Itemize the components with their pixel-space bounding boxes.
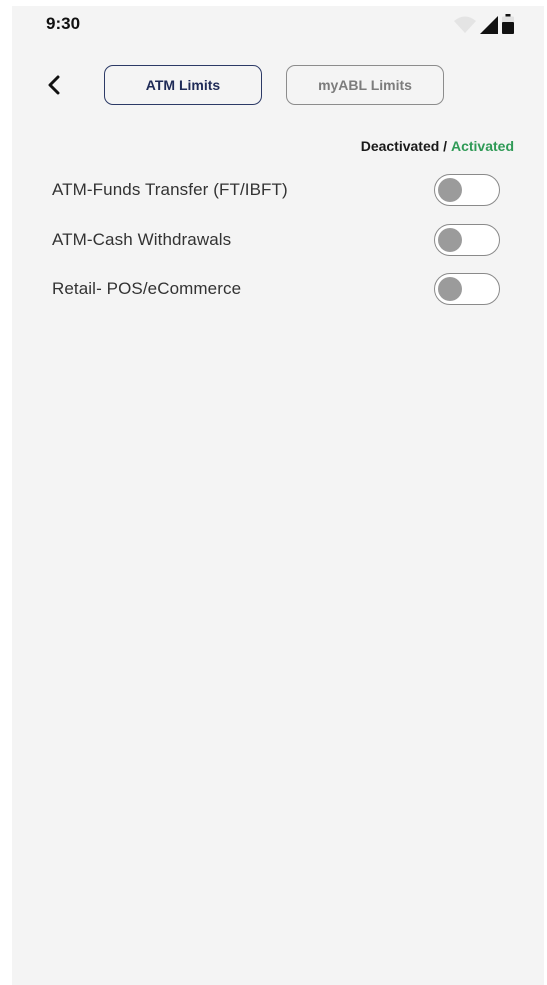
tab-label: myABL Limits <box>318 77 412 93</box>
status-time: 9:30 <box>46 14 81 33</box>
cash-withdrawals-toggle[interactable] <box>434 224 500 256</box>
limit-row-cash-withdrawals: ATM-Cash Withdrawals <box>12 220 544 260</box>
tab-myabl-limits[interactable]: myABL Limits <box>286 65 444 105</box>
limit-label: ATM-Funds Transfer (FT/IBFT) <box>52 180 288 199</box>
toggle-knob <box>438 178 462 202</box>
pos-ecommerce-toggle[interactable] <box>434 273 500 305</box>
back-button[interactable] <box>42 72 66 102</box>
status-icons <box>454 14 514 39</box>
cellular-signal-icon <box>480 16 498 39</box>
funds-transfer-toggle[interactable] <box>434 174 500 206</box>
wifi-icon <box>454 16 476 39</box>
limit-row-funds-transfer: ATM-Funds Transfer (FT/IBFT) <box>12 170 544 210</box>
limit-row-pos-ecommerce: Retail- POS/eCommerce <box>12 269 544 309</box>
app-screen: 9:30 ATM Limits myABL Limits Deactivated… <box>12 6 544 985</box>
legend-separator: / <box>439 138 451 154</box>
status-bar: 9:30 <box>12 6 544 40</box>
legend-deactivated: Deactivated <box>360 138 440 154</box>
chevron-left-icon <box>47 75 61 100</box>
toggle-knob <box>438 228 462 252</box>
status-legend: Deactivated / Activated <box>361 138 514 154</box>
legend-activated: Activated <box>450 138 514 154</box>
tab-label: ATM Limits <box>145 77 221 93</box>
toggle-knob <box>438 277 462 301</box>
tab-atm-limits[interactable]: ATM Limits <box>104 65 262 105</box>
limit-label: ATM-Cash Withdrawals <box>52 230 232 249</box>
battery-icon <box>502 14 514 39</box>
limit-label: Retail- POS/eCommerce <box>52 279 242 298</box>
